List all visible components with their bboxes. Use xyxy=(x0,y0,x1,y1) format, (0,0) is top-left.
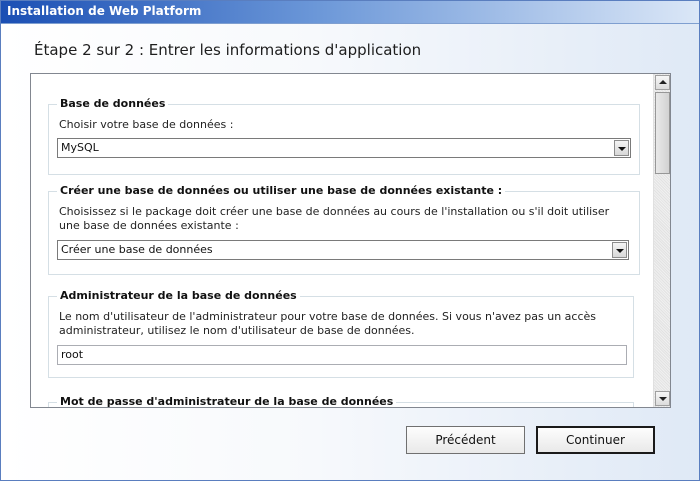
admin-username-input[interactable]: root xyxy=(57,345,627,365)
step-heading: Étape 2 sur 2 : Entrer les informations … xyxy=(34,41,422,59)
admin-description: Le nom d'utilisateur de l'administrateur… xyxy=(59,310,597,337)
window-title: Installation de Web Platform xyxy=(7,4,202,18)
group-admin-password: Mot de passe d'administrateur de la base… xyxy=(48,395,634,407)
group-database: Base de données Choisir votre base de do… xyxy=(48,97,640,175)
group-admin: Administrateur de la base de données Le … xyxy=(48,289,634,378)
group-create-or-use-title: Créer une base de données ou utiliser un… xyxy=(57,184,506,197)
scrollbar-thumb[interactable] xyxy=(655,92,670,174)
form-panel: Base de données Choisir votre base de do… xyxy=(30,73,671,408)
arrow-up-icon[interactable] xyxy=(655,75,670,90)
title-bar[interactable]: Installation de Web Platform xyxy=(1,1,699,24)
database-select[interactable]: MySQL xyxy=(57,138,631,158)
group-admin-title: Administrateur de la base de données xyxy=(57,289,300,302)
installer-window: Installation de Web Platform Étape 2 sur… xyxy=(0,0,700,481)
create-or-use-select[interactable]: Créer une base de données xyxy=(57,240,629,260)
previous-button[interactable]: Précédent xyxy=(406,426,525,454)
chevron-down-icon[interactable] xyxy=(612,242,627,258)
arrow-down-icon[interactable] xyxy=(655,391,670,406)
group-create-or-use: Créer une base de données ou utiliser un… xyxy=(48,184,640,275)
create-or-use-description: Choisissez si le package doit créer une … xyxy=(59,205,610,232)
group-admin-password-title: Mot de passe d'administrateur de la base… xyxy=(57,395,397,407)
chevron-down-icon[interactable] xyxy=(614,140,629,156)
admin-username-value: root xyxy=(61,348,84,361)
group-database-title: Base de données xyxy=(57,97,169,110)
database-description: Choisir votre base de données : xyxy=(59,118,234,131)
continue-button[interactable]: Continuer xyxy=(536,426,655,454)
form-content: Base de données Choisir votre base de do… xyxy=(31,74,653,407)
database-select-value: MySQL xyxy=(61,141,99,154)
vertical-scrollbar[interactable] xyxy=(653,74,670,407)
create-or-use-select-value: Créer une base de données xyxy=(61,243,213,256)
